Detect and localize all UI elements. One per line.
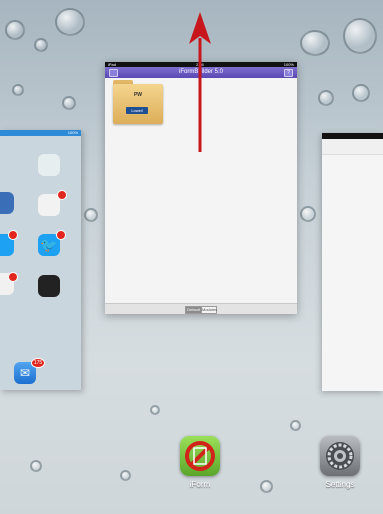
app-icon [38,275,60,297]
help-button[interactable]: ? [284,69,293,77]
app-icon [38,154,60,176]
dock-label-iform: iForm [189,480,211,489]
segment-default[interactable]: Default [185,306,202,314]
dock-label-settings: Settings [325,480,355,489]
notification-badge [56,230,66,240]
nav-bar [322,139,383,155]
settings-gear-icon [326,442,354,470]
iform-app-icon[interactable] [180,436,220,476]
battery-label: 100% [67,130,78,135]
folder-name: PW [133,92,143,98]
app-icon [0,192,14,214]
app-card-home-screen[interactable]: 100% 🐦 ✉ 175 [0,130,81,390]
mail-badge: 175 [31,358,45,368]
notification-badge [8,272,18,282]
status-bar: 100% [0,130,81,136]
segment-modules[interactable]: Modules [201,306,217,314]
folder-item[interactable]: PW Lowell [113,80,163,124]
app-card-settings[interactable] [322,133,383,391]
bottom-toolbar: Default Modules [105,303,297,314]
notification-badge [57,190,67,200]
settings-app-icon[interactable] [320,436,360,476]
folder-badge: Lowell [126,107,148,114]
no-sign-icon [185,441,215,471]
swipe-up-arrow-icon [189,12,211,152]
notification-badge [8,230,18,240]
settings-icon[interactable] [109,69,118,77]
